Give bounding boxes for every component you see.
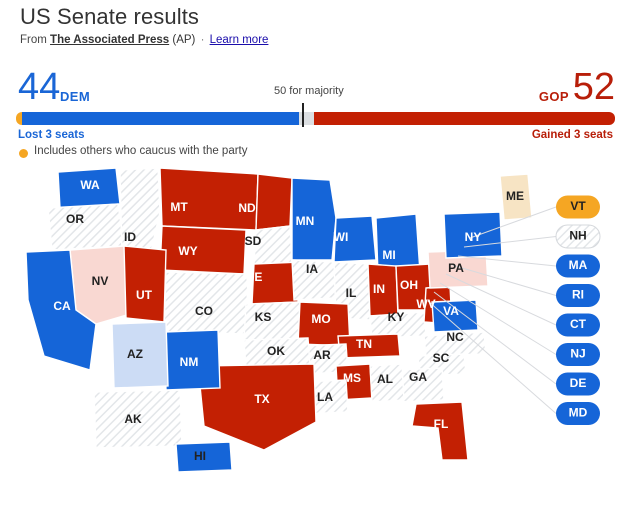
state-ut[interactable] [123, 245, 167, 323]
source-publisher: The Associated Press [50, 34, 170, 46]
source-line: From The Associated Press (AP) · Learn m… [20, 34, 268, 46]
state-wy[interactable] [159, 225, 247, 275]
state-badge-label-ri: RI [572, 288, 584, 302]
state-nm[interactable] [163, 329, 221, 391]
state-mn[interactable] [291, 177, 337, 261]
caucus-footnote: Includes others who caucus with the part… [34, 145, 248, 157]
state-badge-label-vt: VT [570, 199, 586, 213]
state-badge-label-md: MD [569, 406, 588, 420]
state-hi[interactable] [175, 441, 233, 473]
state-badge-label-nh: NH [569, 229, 586, 243]
learn-more-link[interactable]: Learn more [210, 34, 269, 46]
state-badge-label-nj: NJ [570, 347, 585, 361]
state-ok[interactable] [243, 337, 311, 369]
state-sd[interactable] [253, 225, 293, 265]
state-in[interactable] [367, 263, 399, 317]
bar-segment-dem [22, 112, 299, 125]
state-al[interactable] [369, 363, 405, 403]
seat-distribution-bar [16, 112, 615, 125]
source-publisher-abbr: (AP) [172, 34, 196, 46]
majority-tick-marker [302, 103, 304, 127]
dem-seat-count: 44 [18, 66, 61, 108]
state-wi[interactable] [333, 215, 377, 263]
state-co[interactable] [163, 271, 249, 335]
state-ks[interactable] [243, 301, 301, 341]
state-badge-label-de: DE [570, 376, 587, 390]
dem-seat-change: Lost 3 seats [18, 129, 85, 141]
source-separator: · [200, 34, 205, 46]
gop-seat-count: 52 [572, 66, 615, 108]
state-va[interactable] [431, 299, 479, 333]
page-title: US Senate results [20, 4, 200, 29]
state-me[interactable] [499, 173, 533, 221]
gop-seat-change: Gained 3 seats [531, 129, 613, 141]
state-wa[interactable] [57, 167, 121, 209]
state-ia[interactable] [291, 259, 337, 301]
state-badge-label-ma: MA [569, 258, 588, 272]
senate-results-widget: US Senate results From The Associated Pr… [0, 0, 631, 505]
state-id[interactable] [119, 167, 161, 257]
state-ak[interactable] [93, 389, 183, 449]
dem-party-label: DEM [60, 89, 91, 104]
state-nd[interactable] [255, 173, 293, 231]
state-badge-label-ct: CT [570, 317, 587, 331]
bar-segment-gop [314, 112, 615, 125]
state-or[interactable] [47, 203, 125, 251]
us-senate-map[interactable]: WA OR ID MT ND SD MN WI MI WY NV CA UT CO NE IA IL IN OH KS… [0, 160, 631, 505]
state-az[interactable] [111, 321, 169, 389]
state-fl[interactable] [411, 401, 469, 461]
gop-party-label: GOP [538, 89, 569, 104]
state-ny[interactable] [443, 211, 503, 259]
majority-threshold-label: 50 for majority [274, 85, 344, 97]
state-mt[interactable] [159, 167, 259, 231]
caucus-legend-dot-icon [19, 149, 28, 158]
source-prefix: From [20, 34, 47, 46]
